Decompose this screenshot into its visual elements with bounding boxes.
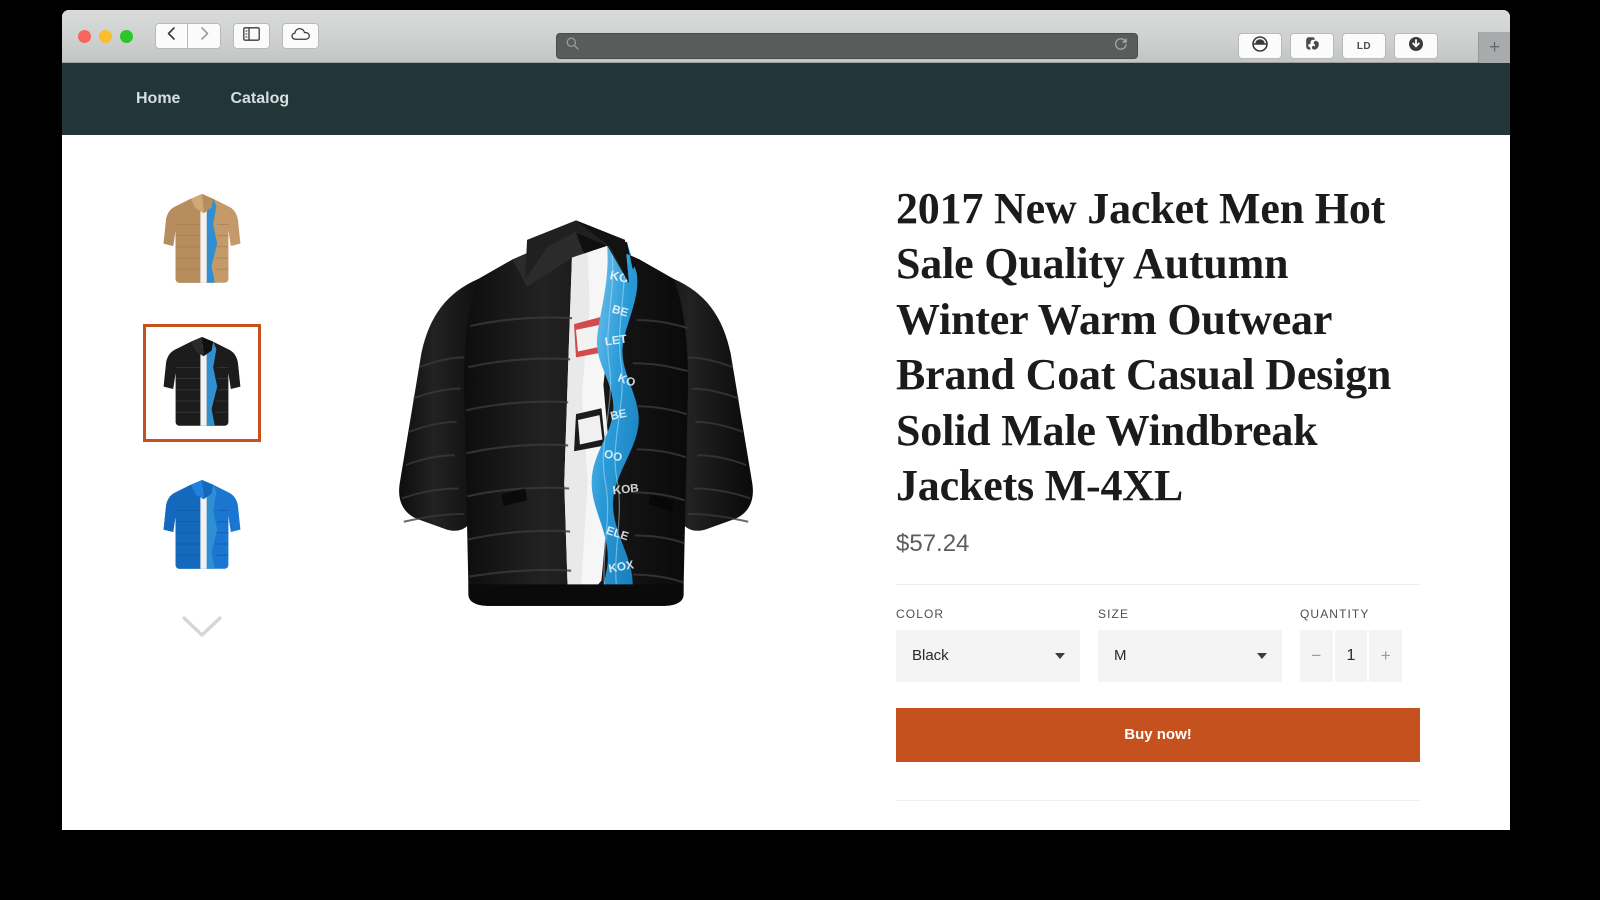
maximize-window-button[interactable]: [120, 29, 133, 43]
cloud-icon: [290, 27, 311, 46]
sidebar-toggle-button[interactable]: [233, 23, 270, 49]
thumbnail-black[interactable]: [143, 324, 261, 442]
site-navigation: Home Catalog: [62, 63, 1510, 135]
close-window-button[interactable]: [78, 29, 91, 43]
jacket-thumbnail-image: [154, 186, 250, 295]
jacket-thumbnail-image: [154, 329, 250, 438]
quantity-stepper: − 1 +: [1300, 629, 1403, 682]
product-page: KO BE LET KO BE OO KOB ELE KOX 2017 New …: [62, 135, 1510, 830]
address-bar[interactable]: [556, 33, 1138, 59]
main-product-image: KO BE LET KO BE OO KOB ELE KOX: [376, 189, 776, 654]
chevron-down-icon: [1055, 652, 1065, 659]
nav-link-home[interactable]: Home: [136, 90, 180, 108]
details-divider: [896, 583, 1420, 585]
size-selected-value: M: [1114, 647, 1127, 665]
forward-button[interactable]: [188, 23, 221, 49]
color-selected-value: Black: [912, 647, 949, 665]
nav-link-catalog[interactable]: Catalog: [230, 90, 289, 108]
download-circle-icon: [1407, 35, 1425, 58]
quantity-label: QUANTITY: [1300, 606, 1370, 621]
minimize-window-button[interactable]: [99, 29, 112, 43]
navigation-buttons: [155, 23, 221, 49]
buy-now-button[interactable]: Buy now!: [896, 707, 1420, 762]
thumbnail-khaki[interactable]: [143, 181, 261, 299]
quantity-input[interactable]: 1: [1334, 629, 1370, 682]
chevron-left-icon: [165, 26, 178, 46]
downloader-extension-button[interactable]: [1394, 33, 1438, 59]
thumbnail-gallery: [62, 181, 266, 830]
new-tab-button[interactable]: +: [1478, 32, 1510, 63]
thumbnail-blue[interactable]: [143, 467, 261, 585]
color-option-field: COLOR Black: [896, 607, 1080, 682]
chevron-down-icon: [180, 616, 224, 644]
chevron-right-icon: [198, 26, 211, 46]
color-label: COLOR: [896, 606, 945, 621]
sidebar-panel-icon: [243, 26, 260, 46]
traffic-lights: [78, 29, 133, 43]
quantity-decrement-button[interactable]: −: [1300, 629, 1335, 682]
product-details: 2017 New Jacket Men Hot Sale Quality Aut…: [886, 181, 1510, 830]
back-button[interactable]: [155, 23, 188, 49]
size-select[interactable]: M: [1098, 629, 1282, 682]
quantity-increment-button[interactable]: +: [1369, 629, 1403, 682]
svg-text:KOB: KOB: [612, 482, 639, 498]
size-option-field: SIZE M: [1098, 607, 1282, 682]
url-input[interactable]: [579, 39, 1114, 53]
elephant-icon: [1304, 35, 1321, 57]
reload-icon[interactable]: [1114, 37, 1128, 56]
adblock-circle-icon: [1251, 35, 1269, 58]
product-options: COLOR Black SIZE M QUANTITY − 1 +: [896, 607, 1420, 682]
footer-divider: [896, 799, 1420, 801]
evernote-extension-button[interactable]: [1290, 33, 1334, 59]
search-icon: [566, 37, 579, 55]
gallery-next-button[interactable]: [180, 614, 224, 645]
extension-buttons: LD: [1238, 33, 1438, 59]
size-label: SIZE: [1098, 606, 1130, 621]
browser-window: LD + Home Catalog KO BE LET KO BE OO KOB…: [62, 10, 1510, 830]
product-title: 2017 New Jacket Men Hot Sale Quality Aut…: [896, 184, 1392, 511]
adblock-extension-button[interactable]: [1238, 33, 1282, 59]
main-image-container[interactable]: KO BE LET KO BE OO KOB ELE KOX: [266, 181, 886, 830]
browser-toolbar: LD +: [62, 10, 1510, 63]
lastpass-extension-button[interactable]: LD: [1342, 33, 1386, 59]
quantity-option-field: QUANTITY − 1 +: [1300, 606, 1403, 682]
cloud-button[interactable]: [282, 23, 319, 49]
chevron-down-icon: [1257, 652, 1267, 659]
extension-label: LD: [1356, 40, 1372, 52]
color-select[interactable]: Black: [896, 629, 1080, 682]
product-price: $57.24: [896, 529, 970, 557]
jacket-thumbnail-image: [154, 472, 250, 581]
